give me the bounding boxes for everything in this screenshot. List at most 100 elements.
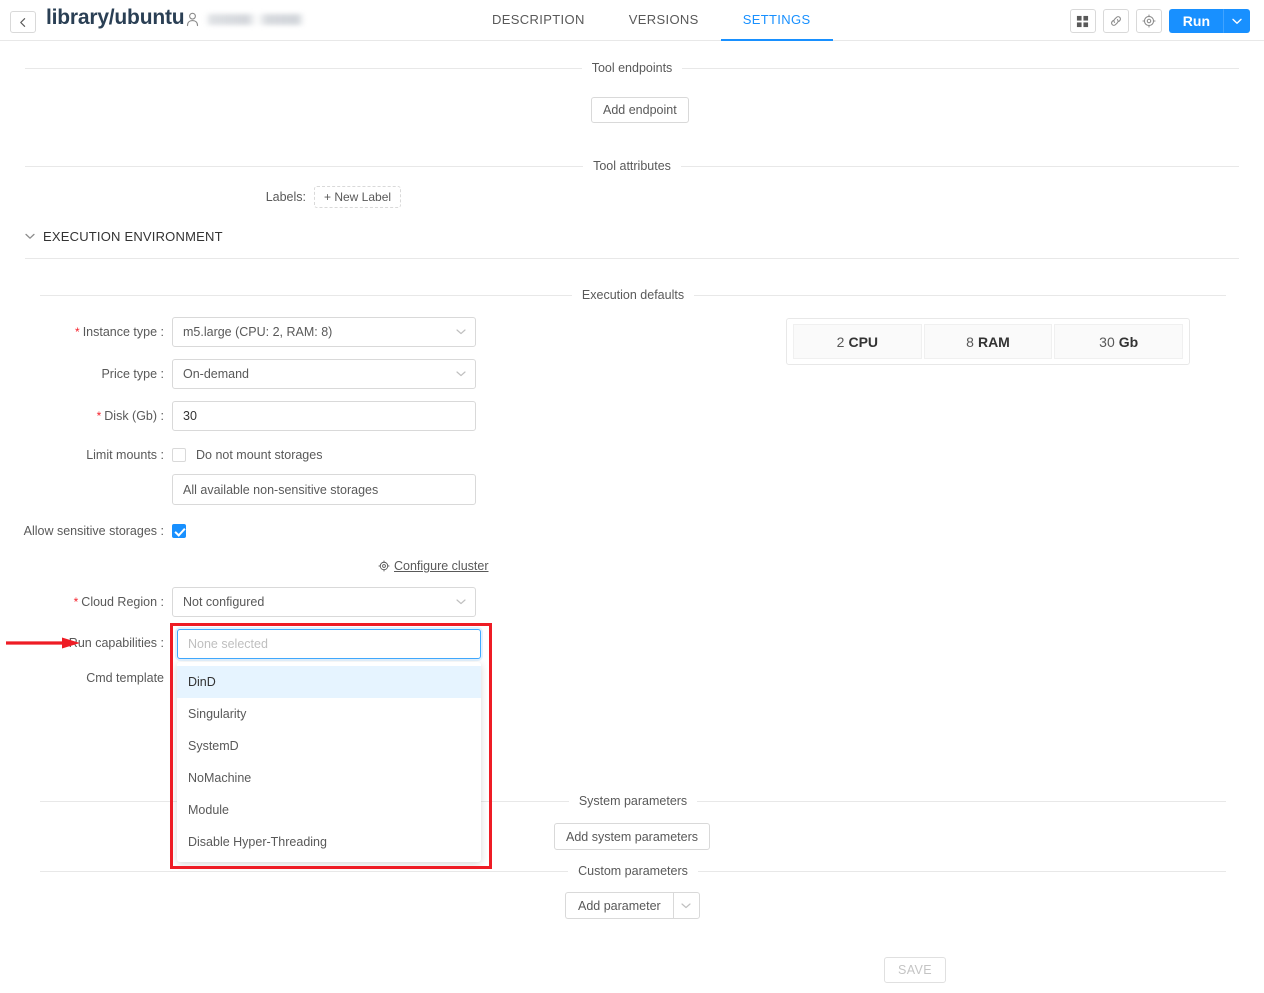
disk-label: * Disk (Gb) : [96,409,164,423]
new-label-button[interactable]: + New Label [314,186,402,208]
configure-cluster-label: Configure cluster [394,559,489,573]
do-not-mount-storages-checkbox[interactable] [172,448,186,462]
gear-icon [1142,14,1156,28]
settings-page: library/ubuntu DESCRIPTION VERSIONS SETT… [0,0,1264,993]
divider-line-right [697,870,1227,872]
settings-gear-button[interactable] [1135,9,1162,33]
instance-type-value: m5.large (CPU: 2, RAM: 8) [183,325,333,339]
cmd-template-label: Cmd template [86,671,164,685]
arrow-left-icon [19,17,25,27]
tab-description[interactable]: DESCRIPTION [470,0,607,41]
disk-unit: Gb [1118,333,1139,350]
back-button[interactable] [10,11,36,33]
storages-row: All available non-sensitive storages [0,474,476,505]
option-nomachine[interactable]: NoMachine [177,762,481,794]
price-type-select[interactable]: On-demand [172,359,476,389]
execution-defaults-title: Execution defaults [581,288,685,302]
page-title: library/ubuntu [46,6,185,29]
disk-input[interactable]: 30 [172,401,476,431]
limit-mounts-checkbox-wrap: Do not mount storages [172,448,322,462]
tool-endpoints-title: Tool endpoints [591,61,673,75]
tool-attributes-divider: Tool attributes [25,159,1240,173]
chevron-down-icon [456,329,466,335]
cloud-region-label: * Cloud Region : [73,595,164,609]
do-not-mount-storages-label: Do not mount storages [196,448,323,462]
chevron-down-icon [456,371,466,377]
execution-environment-header[interactable]: EXECUTION ENVIRONMENT [25,229,223,244]
execution-environment-title: EXECUTION ENVIRONMENT [43,229,223,244]
ram-value: 8 [966,333,974,350]
owner-name-redacted [205,14,305,25]
owner-info [186,12,305,27]
run-capabilities-option-list: DinD Singularity SystemD NoMachine Modul… [177,662,481,862]
configure-cluster-link[interactable]: Configure cluster [378,559,489,573]
ram-summary: 8 RAM [923,324,1053,359]
option-dind[interactable]: DinD [177,666,481,698]
option-module[interactable]: Module [177,794,481,826]
run-capabilities-input[interactable]: None selected [177,629,481,659]
system-parameters-title: System parameters [578,794,688,808]
cpu-unit: CPU [848,333,879,350]
save-button[interactable]: SAVE [884,957,946,983]
divider-line-right [694,294,1226,296]
grid-icon [1077,15,1089,27]
limit-mounts-label: Limit mounts : [86,448,164,462]
labels-row: Labels: + New Label [0,186,520,208]
run-button-group: Run [1168,9,1250,33]
execution-defaults-divider: Execution defaults [40,288,1226,302]
storages-select[interactable]: All available non-sensitive storages [172,474,476,505]
instance-type-select[interactable]: m5.large (CPU: 2, RAM: 8) [172,317,476,347]
copy-link-button[interactable] [1102,9,1129,33]
cpu-summary: 2 CPU [793,324,922,359]
price-type-row: Price type : On-demand [0,359,476,389]
chevron-down-icon [1231,18,1242,24]
section-separator [25,258,1239,259]
chevron-down-icon [25,233,35,239]
add-system-parameters-button[interactable]: Add system parameters [554,823,710,850]
run-capabilities-dropdown: None selected DinD Singularity SystemD N… [177,629,481,862]
required-marker: * [96,409,102,423]
instance-type-row: * Instance type : m5.large (CPU: 2, RAM: … [0,317,476,347]
divider-line-right [682,67,1239,69]
person-icon [186,12,199,27]
instance-type-label: * Instance type : [75,325,164,339]
disk-value: 30 [183,409,197,423]
disk-summary: 30 Gb [1054,324,1184,359]
grid-view-button[interactable] [1069,9,1096,33]
divider-line-left [40,870,569,872]
run-dropdown-button[interactable] [1224,9,1250,33]
run-capabilities-label: Run capabilities : [68,636,164,650]
cloud-region-value: Not configured [183,595,265,609]
cmd-template-row: Cmd template [0,671,172,685]
add-endpoint-button[interactable]: Add endpoint [591,97,689,123]
price-type-label: Price type : [101,367,164,381]
allow-sensitive-storages-label: Allow sensitive storages : [23,524,164,538]
run-capabilities-row: Run capabilities : [0,636,172,650]
gear-icon [378,560,390,572]
run-capabilities-placeholder: None selected [188,637,268,651]
link-icon [1110,16,1121,26]
limit-mounts-row: Limit mounts : Do not mount storages [0,448,322,462]
allow-sensitive-storages-checkbox[interactable] [172,524,186,538]
cloud-region-select[interactable]: Not configured [172,587,476,617]
page-tabs: DESCRIPTION VERSIONS SETTINGS [470,0,833,41]
tab-versions[interactable]: VERSIONS [607,0,721,41]
option-singularity[interactable]: Singularity [177,698,481,730]
cpu-value: 2 [836,333,845,350]
header-actions: Run [1069,9,1250,33]
tab-settings[interactable]: SETTINGS [720,0,833,41]
disk-value: 30 [1099,333,1115,350]
add-parameter-group: Add parameter [565,892,700,919]
cloud-region-row: * Cloud Region : Not configured [0,587,476,617]
custom-parameters-divider: Custom parameters [40,864,1227,878]
run-button[interactable]: Run [1168,9,1224,33]
price-type-value: On-demand [183,367,250,381]
option-disable-hyper-threading[interactable]: Disable Hyper-Threading [177,826,481,858]
required-marker: * [73,595,79,609]
add-parameter-button[interactable]: Add parameter [565,892,673,919]
tool-attributes-title: Tool attributes [593,159,671,173]
add-parameter-dropdown-button[interactable] [672,892,700,919]
option-systemd[interactable]: SystemD [177,730,481,762]
custom-parameters-title: Custom parameters [578,864,688,878]
divider-line-right [697,800,1226,802]
